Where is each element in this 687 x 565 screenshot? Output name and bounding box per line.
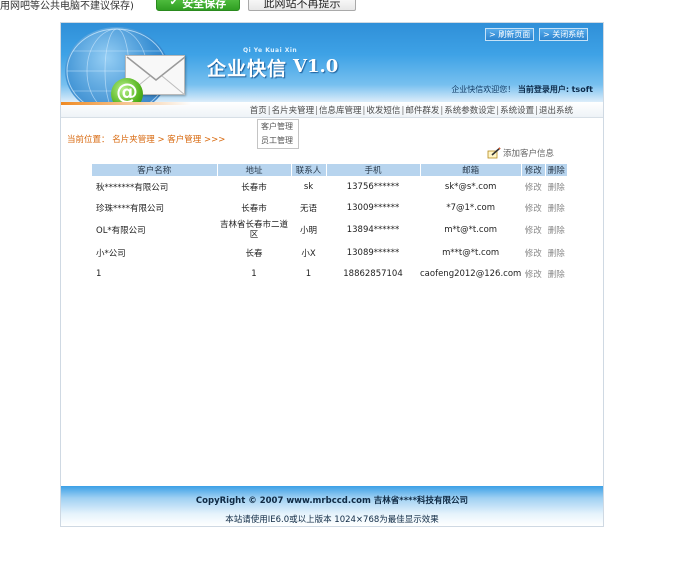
nav-home[interactable]: 首页	[250, 106, 267, 116]
cell-email: *7@1*.com	[446, 203, 495, 213]
cell-contact: 小X	[301, 249, 316, 259]
nav-info-library[interactable]: 信息库管理	[319, 106, 362, 116]
table-header-row: 客户名称 地址 联系人 手机 邮箱 修改 删除	[92, 164, 568, 176]
cell-phone: 13089******	[346, 248, 400, 258]
cell-contact: 无语	[299, 204, 317, 214]
delete-link[interactable]: 删除	[545, 218, 567, 242]
save-password-hint: 用网吧等公共电脑不建议保存)	[0, 1, 134, 12]
table-row: 秋*******有限公司 长春市 sk 13756****** sk*@s*.c…	[92, 176, 567, 198]
table-row: 1 1 1 18862857104 caofeng2012@126.com 修改…	[92, 264, 567, 284]
delete-link[interactable]: 删除	[545, 198, 567, 218]
dropdown-customer-management[interactable]: 客户管理	[258, 120, 298, 134]
nav-system-settings[interactable]: 系统设置	[500, 106, 534, 116]
cell-email: caofeng2012@126.com	[420, 269, 522, 279]
cell-address: 长春	[245, 249, 263, 259]
nav-cardholder[interactable]: 名片夹管理	[272, 106, 315, 116]
cell-name: 秋*******有限公司	[96, 183, 169, 193]
nav-sms[interactable]: 收发短信	[366, 106, 400, 116]
table-row: OL*有限公司 吉林省长春市二道区 小明 13894****** m*t@*t.…	[92, 218, 567, 242]
welcome-message: 企业快信欢迎您！	[451, 85, 516, 94]
cell-phone: 13009******	[346, 203, 400, 213]
edit-link[interactable]: 修改	[521, 242, 545, 264]
edit-link[interactable]: 修改	[521, 198, 545, 218]
breadcrumb-prefix: 当前位置：	[67, 135, 110, 145]
delete-link[interactable]: 删除	[545, 264, 567, 284]
dropdown-staff-management[interactable]: 员工管理	[258, 134, 298, 148]
breadcrumb-customer[interactable]: 客户管理	[167, 135, 201, 145]
breadcrumb-tail: >>>	[203, 135, 226, 145]
nav-param-settings[interactable]: 系统参数设定	[444, 106, 495, 116]
cell-address: 1	[251, 269, 257, 279]
cell-phone: 13894******	[346, 225, 400, 235]
cardholder-dropdown: 客户管理 员工管理	[257, 119, 299, 149]
main-nav: 首页|名片夹管理|信息库管理|收发短信|邮件群发|系统参数设定|系统设置|退出系…	[250, 104, 573, 116]
cell-contact: 1	[305, 269, 312, 279]
column-header-edit: 修改	[521, 164, 546, 176]
column-header-address: 地址	[217, 164, 292, 176]
refresh-page-button[interactable]: > 刷新页面	[485, 28, 535, 41]
edit-link[interactable]: 修改	[521, 218, 545, 242]
cell-contact: 小明	[299, 226, 317, 236]
cell-name: 珍珠****有限公司	[96, 204, 165, 214]
footer-copyright: CopyRight © 2007 www.mrbccd.com 吉林省****科…	[195, 496, 469, 506]
logo-title: 企业快信	[207, 58, 288, 80]
add-customer-link[interactable]: 添加客户信息	[487, 147, 554, 159]
logo-pinyin: Qi Ye Kuai Xin	[243, 47, 298, 54]
checkmark-icon: ✔	[169, 0, 179, 8]
footer: CopyRight © 2007 www.mrbccd.com 吉林省****科…	[61, 486, 603, 526]
cell-address: 长春市	[241, 204, 267, 214]
page-root: 用网吧等公共电脑不建议保存) ✔ 安全保存 此网站不再提示 @ Qi Ye Ku…	[0, 0, 687, 565]
nav-accent	[61, 102, 191, 105]
current-user-prefix: 当前登录用户:	[517, 85, 570, 94]
edit-link[interactable]: 修改	[521, 176, 545, 198]
breadcrumb-cardholder[interactable]: 名片夹管理	[112, 135, 155, 145]
column-header-delete: 删除	[545, 164, 568, 176]
cell-name: 1	[96, 269, 102, 279]
cell-name: OL*有限公司	[96, 226, 146, 236]
breadcrumb-arrow: >	[157, 135, 165, 145]
delete-link[interactable]: 删除	[545, 176, 567, 198]
column-header-phone: 手机	[326, 164, 421, 176]
save-password-bar: 用网吧等公共电脑不建议保存) ✔ 安全保存 此网站不再提示	[0, 0, 687, 14]
safe-save-label: 安全保存	[182, 0, 227, 10]
customer-table: 客户名称 地址 联系人 手机 邮箱 修改 删除 秋*******有限公司 长春市…	[92, 164, 568, 284]
cell-email: sk*@s*.com	[444, 182, 497, 192]
add-customer-label: 添加客户信息	[503, 149, 555, 159]
column-header-contact: 联系人	[291, 164, 327, 176]
close-system-button[interactable]: > 关闭系统	[539, 28, 589, 41]
delete-link[interactable]: 删除	[545, 242, 567, 264]
cell-phone: 13756******	[346, 182, 400, 192]
cell-name: 小*公司	[96, 249, 126, 259]
nav-logout[interactable]: 退出系统	[539, 106, 573, 116]
at-sign-icon: @	[111, 78, 143, 102]
never-prompt-button[interactable]: 此网站不再提示	[248, 0, 356, 11]
footer-browser-note: 本站请使用IE6.0或以上版本 1024×768为最佳显示效果	[225, 515, 439, 525]
table-row: 小*公司 长春 小X 13089****** m**t@*t.com 修改 删除	[92, 242, 567, 264]
safe-save-button[interactable]: ✔ 安全保存	[156, 0, 240, 11]
welcome-text: 企业快信欢迎您！ 当前登录用户: tsoft	[451, 84, 593, 95]
nav-mass-mail[interactable]: 邮件群发	[405, 106, 439, 116]
app-frame: @ Qi Ye Kuai Xin 企业快信 V1.0 > 刷新页面 > 关闭系统…	[60, 22, 604, 527]
cell-email: m*t@*t.com	[444, 225, 498, 235]
cell-address: 长春市	[241, 183, 267, 193]
breadcrumb: 当前位置： 名片夹管理 > 客户管理 >>>	[67, 133, 225, 145]
header-banner: @ Qi Ye Kuai Xin 企业快信 V1.0 > 刷新页面 > 关闭系统…	[61, 23, 603, 102]
edit-link[interactable]: 修改	[521, 264, 545, 284]
current-username: tsoft	[571, 85, 593, 94]
logo-version: V1.0	[293, 56, 339, 77]
cell-phone: 18862857104	[343, 269, 403, 279]
cell-contact: sk	[303, 182, 314, 192]
table-row: 珍珠****有限公司 长春市 无语 13009****** *7@1*.com …	[92, 198, 567, 218]
cell-email: m**t@*t.com	[442, 248, 500, 258]
cell-address: 吉林省长春市二道区	[219, 220, 288, 240]
column-header-email: 邮箱	[420, 164, 522, 176]
column-header-name: 客户名称	[92, 164, 218, 176]
pencil-note-icon	[487, 147, 501, 159]
